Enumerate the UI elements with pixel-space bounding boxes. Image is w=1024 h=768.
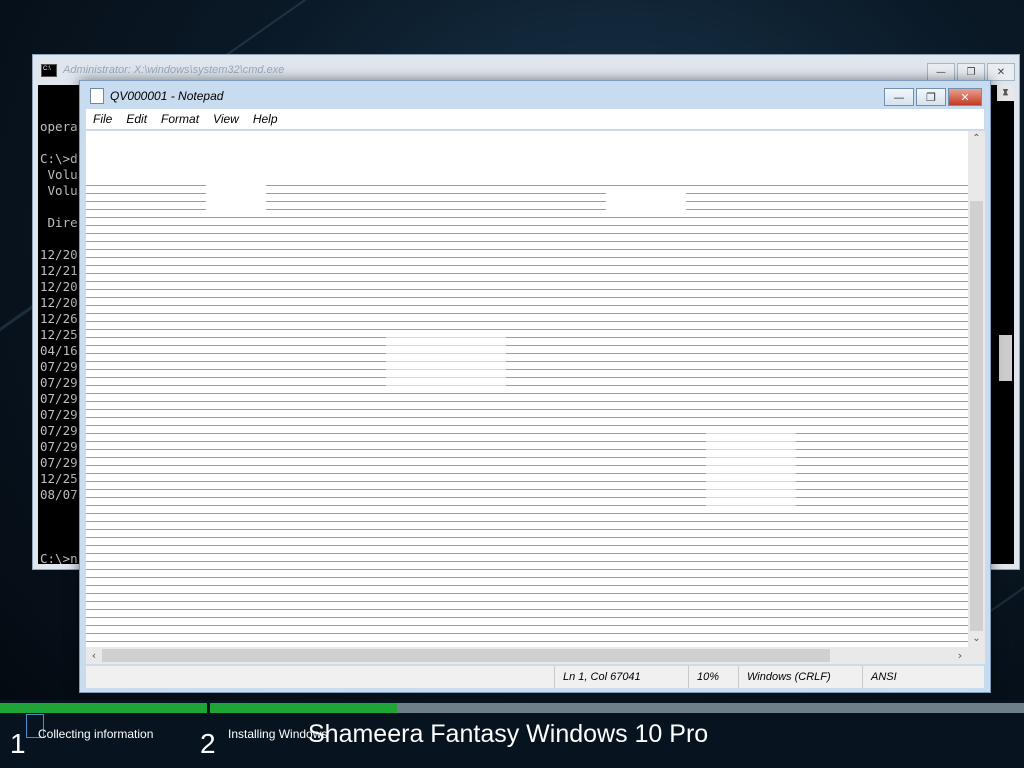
- scroll-corner: [968, 647, 985, 664]
- notepad-horizontal-scrollbar[interactable]: ‹ ›: [86, 647, 968, 664]
- menu-file[interactable]: File: [86, 112, 119, 126]
- vertical-scroll-thumb[interactable]: [970, 201, 983, 631]
- brand-text: Shameera Fantasy Windows 10 Pro: [308, 720, 709, 748]
- step1-label: Collecting information: [38, 727, 154, 741]
- menu-format[interactable]: Format: [154, 112, 206, 126]
- notepad-title-text: QV000001 - Notepad: [110, 89, 224, 103]
- notepad-vertical-scrollbar[interactable]: ⌃ ⌄: [968, 131, 985, 647]
- cmd-minimize-button[interactable]: —: [927, 63, 955, 81]
- scroll-left-icon[interactable]: ‹: [86, 647, 102, 664]
- scroll-down-icon[interactable]: ⌄: [968, 631, 985, 647]
- menu-help[interactable]: Help: [246, 112, 285, 126]
- notepad-maximize-button[interactable]: ❐: [916, 88, 946, 106]
- notepad-minimize-button[interactable]: —: [884, 88, 914, 106]
- notepad-close-button[interactable]: ✕: [948, 88, 982, 106]
- text-gap: [706, 431, 796, 511]
- step1-number: 1: [10, 728, 26, 759]
- notepad-titlebar[interactable]: QV000001 - Notepad: [80, 81, 990, 111]
- text-area-blank-top: [86, 131, 968, 181]
- status-zoom: 10%: [688, 666, 738, 688]
- menu-view[interactable]: View: [206, 112, 246, 126]
- step2-number: 2: [200, 728, 216, 759]
- status-spacer: [86, 666, 554, 688]
- scroll-up-icon[interactable]: ⌃: [968, 131, 985, 147]
- cmd-scroll-thumb[interactable]: [999, 335, 1012, 381]
- text-gap: [206, 181, 266, 211]
- text-gap: [606, 191, 686, 211]
- cmd-scrollbar[interactable]: ▲ ▼: [997, 85, 1014, 381]
- setup-progress-bar: 1 Collecting information 2 Installing Wi…: [0, 700, 1024, 768]
- cmd-icon: [41, 63, 57, 77]
- step2-progress: [210, 703, 1024, 713]
- cmd-title-text: Administrator: X:\windows\system32\cmd.e…: [63, 64, 285, 76]
- cmd-close-button[interactable]: ✕: [987, 63, 1015, 81]
- notepad-window[interactable]: QV000001 - Notepad — ❐ ✕ File Edit Forma…: [79, 80, 991, 693]
- text-gap: [386, 331, 506, 391]
- scroll-right-icon[interactable]: ›: [952, 647, 968, 664]
- notepad-menubar: File Edit Format View Help: [86, 109, 984, 129]
- notepad-statusbar: Ln 1, Col 67041 10% Windows (CRLF) ANSI: [86, 666, 984, 688]
- status-cursor-position: Ln 1, Col 67041: [554, 666, 688, 688]
- cmd-maximize-button[interactable]: ❐: [957, 63, 985, 81]
- notepad-icon: [90, 88, 104, 104]
- status-line-endings: Windows (CRLF): [738, 666, 862, 688]
- scroll-down-icon[interactable]: ▼: [997, 85, 1014, 101]
- notepad-text-area[interactable]: [86, 131, 968, 647]
- horizontal-scroll-thumb[interactable]: [102, 649, 830, 662]
- status-encoding: ANSI: [862, 666, 984, 688]
- step1-progress: [0, 703, 207, 713]
- menu-edit[interactable]: Edit: [119, 112, 154, 126]
